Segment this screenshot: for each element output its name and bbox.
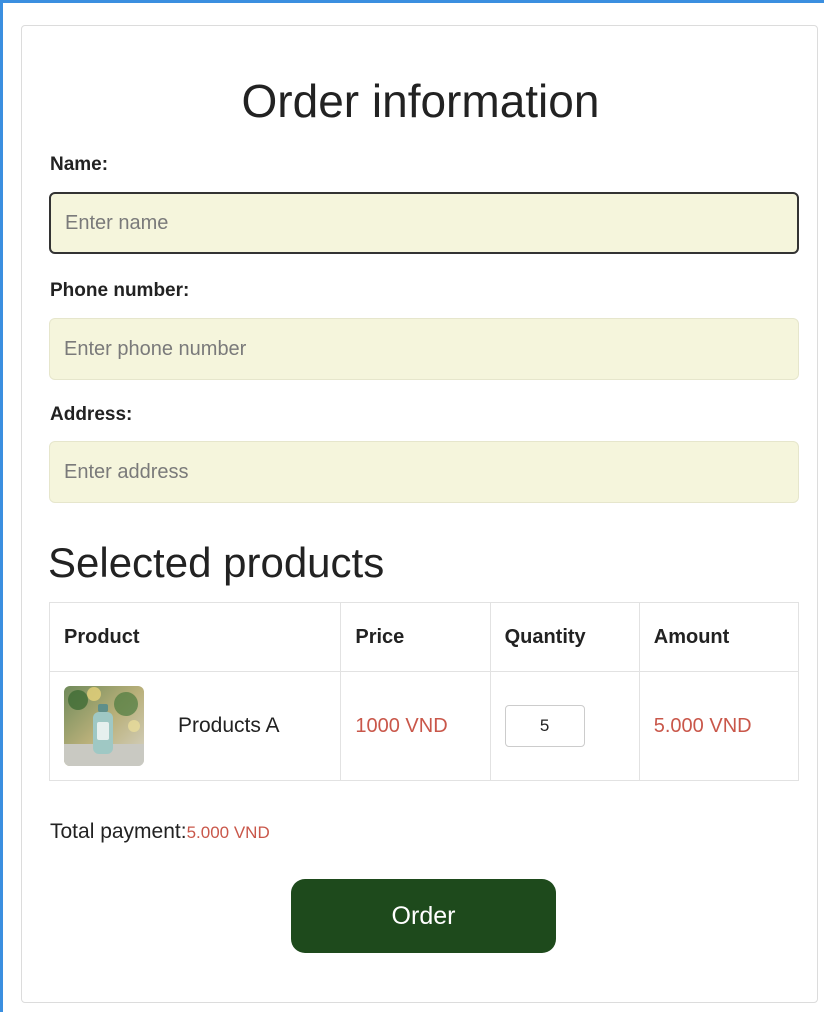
phone-input[interactable] — [49, 318, 799, 380]
products-table: Product Price Quantity Amount Products A… — [48, 602, 800, 781]
column-header-quantity: Quantity — [489, 602, 640, 672]
phone-label: Phone number: — [50, 280, 190, 301]
total-payment-label: Total payment: — [50, 820, 187, 843]
address-input[interactable] — [49, 441, 799, 503]
column-header-price: Price — [340, 602, 491, 672]
product-thumbnail-image — [64, 686, 144, 766]
order-card: Order information Name: Phone number: Ad… — [21, 25, 818, 1003]
window-frame: Order information Name: Phone number: Ad… — [0, 0, 824, 1012]
product-amount: 5.000 VND — [638, 671, 800, 781]
name-input[interactable] — [49, 192, 799, 254]
name-label: Name: — [50, 154, 109, 175]
product-cell: Products A — [48, 671, 342, 781]
quantity-cell: 5 — [489, 671, 640, 781]
total-payment-value: 5.000 VND — [186, 823, 270, 842]
quantity-input[interactable]: 5 — [504, 705, 585, 747]
total-payment: Total payment:5.000 VND — [50, 820, 270, 844]
address-label: Address: — [50, 404, 133, 425]
product-price: 1000 VND — [340, 671, 491, 781]
column-header-amount: Amount — [638, 602, 800, 672]
order-button[interactable]: Order — [291, 879, 556, 953]
page-title: Order information — [241, 75, 600, 127]
column-header-product: Product — [48, 602, 342, 672]
table-row: Products A 1000 VND 5 5.000 VND — [48, 671, 800, 781]
table-header-row: Product Price Quantity Amount — [48, 602, 800, 672]
product-name: Products A — [178, 714, 280, 737]
selected-products-title: Selected products — [48, 539, 385, 586]
